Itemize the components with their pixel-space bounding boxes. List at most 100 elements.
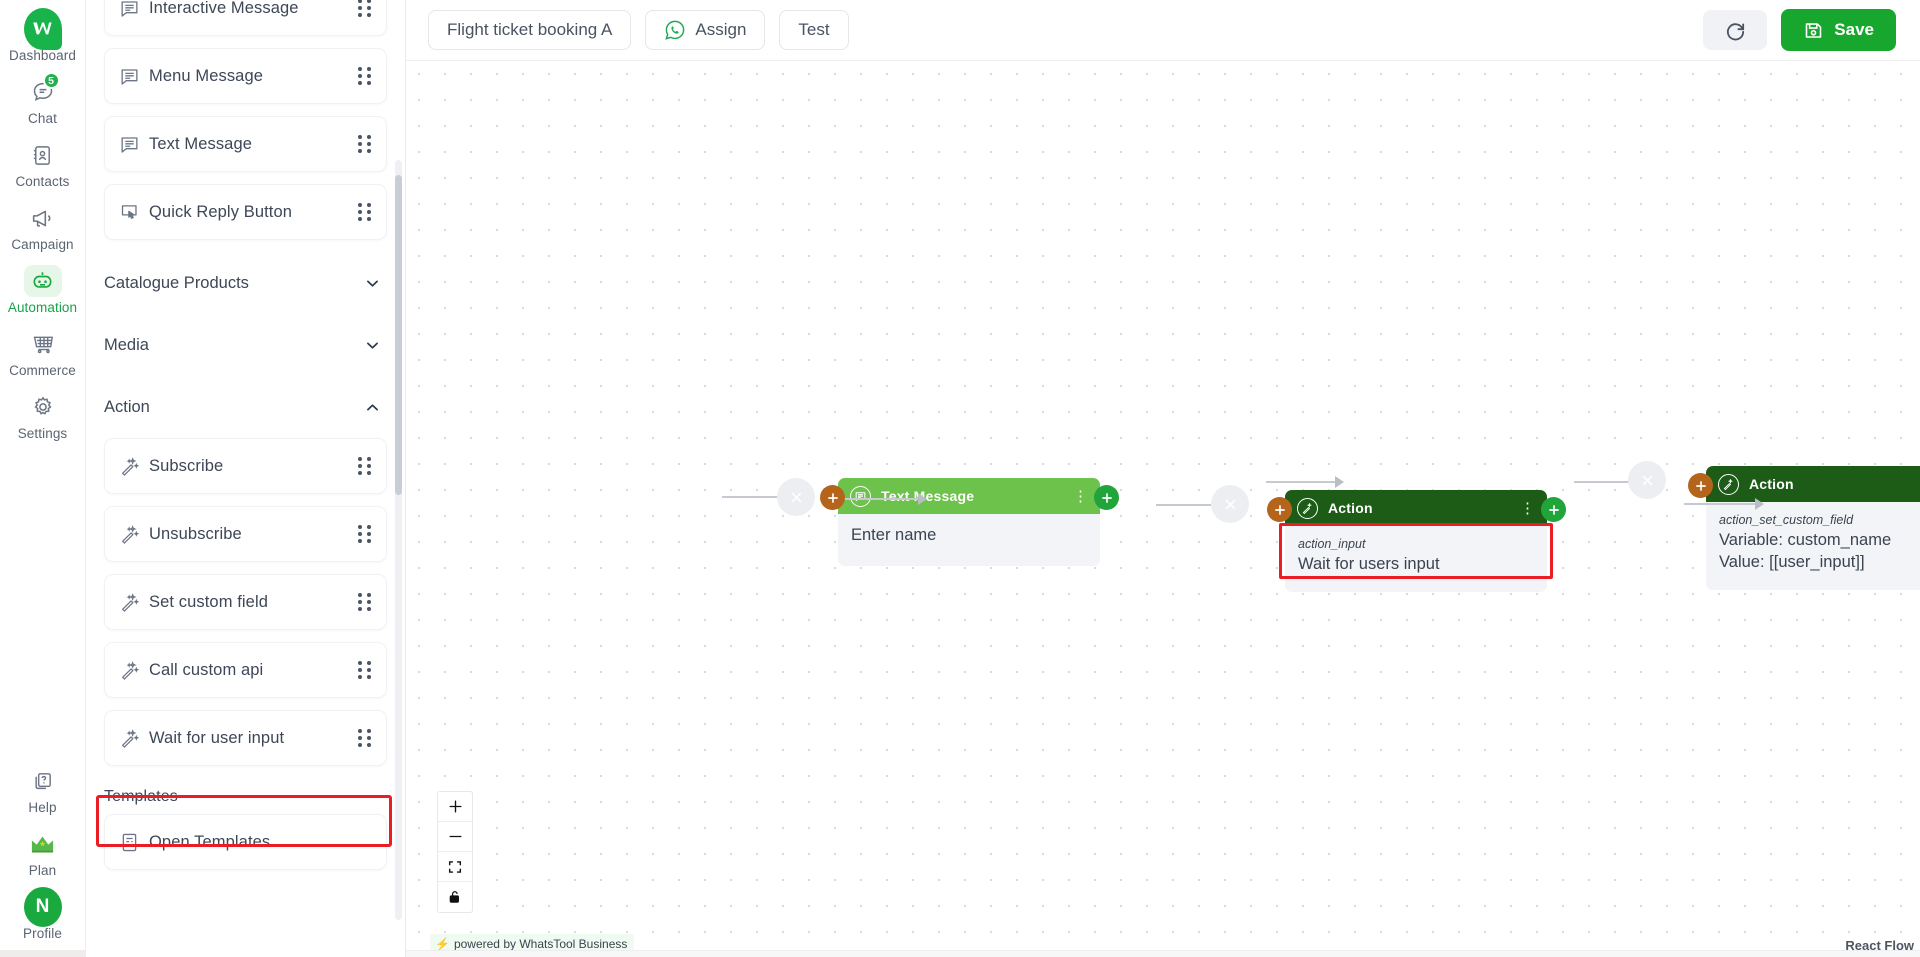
rail-label: Commerce <box>9 363 76 378</box>
rail-bottom-accent-strip <box>0 950 86 957</box>
chevron-down-icon <box>364 275 381 292</box>
palette-item-label: Call custom api <box>149 660 264 679</box>
palette-group-action[interactable]: Action <box>104 376 387 438</box>
rail-item-settings[interactable]: Settings <box>0 384 85 447</box>
flow-name-button[interactable]: Flight ticket booking A <box>428 10 632 50</box>
rail-item-automation[interactable]: Automation <box>0 258 85 321</box>
refresh-button[interactable] <box>1703 10 1768 50</box>
palette-item-set-custom-field[interactable]: Set custom field <box>104 574 387 630</box>
node-3-target-port[interactable] <box>1688 473 1713 498</box>
rail-item-commerce[interactable]: Commerce <box>0 321 85 384</box>
robot-icon <box>23 265 62 297</box>
assign-button[interactable]: Assign <box>645 10 766 50</box>
magic-wand-icon <box>119 524 149 545</box>
drag-handle-icon[interactable] <box>358 0 372 18</box>
drag-handle-icon[interactable] <box>358 660 372 680</box>
test-label: Test <box>798 20 830 39</box>
rail-item-chat[interactable]: 5 Chat <box>0 69 85 132</box>
toggle-interactivity-button[interactable] <box>438 882 472 912</box>
chevron-down-icon <box>364 337 381 354</box>
shopping-cart-icon <box>24 328 62 360</box>
palette-item-subscribe[interactable]: Subscribe <box>104 438 387 494</box>
message-lines-icon <box>850 485 871 507</box>
palette-scroll-content: Interactive Message Menu Message Text Me… <box>104 0 387 870</box>
palette-item-text-message[interactable]: Text Message <box>104 116 387 172</box>
whatsapp-icon <box>664 19 686 41</box>
palette-group-catalogue-products[interactable]: Catalogue Products <box>104 252 387 314</box>
palette-item-label: Text Message <box>149 134 252 153</box>
palette-item-open-templates[interactable]: Open Templates <box>104 814 387 870</box>
gear-icon <box>24 391 62 423</box>
node-2-source-port[interactable] <box>1541 497 1566 522</box>
node-action-set-custom-field[interactable]: Action ⋮ action_set_custom_field Variabl… <box>1706 466 1920 590</box>
edge-delete-button-1[interactable] <box>777 478 815 516</box>
node-text-message-enter-name[interactable]: Text Message ⋮ Enter name <box>838 478 1100 566</box>
rail-bottom-group: Help Plan N Profile <box>0 758 85 957</box>
node-title: Action <box>1328 500 1373 516</box>
rail-item-plan[interactable]: Plan <box>0 821 85 884</box>
drag-handle-icon[interactable] <box>358 524 372 544</box>
edge-delete-button-3[interactable] <box>1628 461 1666 499</box>
bottom-strip <box>406 950 1920 957</box>
lightning-bolt-icon: ⚡ <box>435 937 450 951</box>
zoom-in-button[interactable] <box>438 792 472 822</box>
drag-handle-icon[interactable] <box>358 134 372 154</box>
magic-wand-icon <box>119 660 149 681</box>
palette-item-interactive-message[interactable]: Interactive Message <box>104 0 387 36</box>
powered-by-label: powered by WhatsTool Business <box>453 937 628 951</box>
kebab-menu-icon[interactable]: ⋮ <box>1073 489 1088 504</box>
palette-item-unsubscribe[interactable]: Unsubscribe <box>104 506 387 562</box>
help-question-icon <box>24 765 62 797</box>
node-line: Variable: custom_name <box>1719 531 1892 549</box>
node-1-target-port[interactable] <box>820 485 845 510</box>
node-header[interactable]: Action ⋮ <box>1285 490 1547 526</box>
magic-wand-icon <box>119 592 149 613</box>
rail-label: Contacts <box>15 174 70 189</box>
rail-label: Settings <box>17 426 68 441</box>
palette-item-quick-reply-button[interactable]: Quick Reply Button <box>104 184 387 240</box>
template-doc-icon <box>119 832 149 853</box>
palette-item-label: Quick Reply Button <box>149 202 293 221</box>
node-header[interactable]: Text Message ⋮ <box>838 478 1100 514</box>
drag-handle-icon[interactable] <box>358 728 372 748</box>
rail-top-group: Dashboard 5 Chat Contacts Campaign Autom… <box>0 0 85 447</box>
save-button[interactable]: Save <box>1781 9 1896 51</box>
flow-editor-main: Flight ticket booking A Assign Test Save… <box>406 0 1920 957</box>
kebab-menu-icon[interactable]: ⋮ <box>1520 501 1535 516</box>
canvas-zoom-controls <box>437 791 473 913</box>
node-body: action_set_custom_field Variable: custom… <box>1706 502 1920 590</box>
palette-item-menu-message[interactable]: Menu Message <box>104 48 387 104</box>
palette-scrollbar-thumb[interactable] <box>395 175 402 495</box>
node-action-key: action_input <box>1298 537 1366 551</box>
rail-item-contacts[interactable]: Contacts <box>0 132 85 195</box>
drag-handle-icon[interactable] <box>358 202 372 222</box>
edge-arrow-n4 <box>1755 498 1764 510</box>
drag-handle-icon[interactable] <box>358 592 372 612</box>
palette-item-label: Unsubscribe <box>149 524 242 543</box>
rail-item-profile[interactable]: N Profile <box>0 884 85 947</box>
zoom-out-button[interactable] <box>438 822 472 852</box>
rail-item-dashboard[interactable]: Dashboard <box>0 6 85 69</box>
rail-label: Automation <box>7 300 78 315</box>
react-flow-canvas[interactable]: Text Message ⋮ Enter name Action ⋮ actio… <box>406 61 1920 957</box>
drag-handle-icon[interactable] <box>358 456 372 476</box>
node-1-source-port[interactable] <box>1094 485 1119 510</box>
node-palette-panel: Interactive Message Menu Message Text Me… <box>86 0 406 957</box>
node-2-target-port[interactable] <box>1267 497 1292 522</box>
palette-item-wait-for-user-input[interactable]: Wait for user input <box>104 710 387 766</box>
node-header[interactable]: Action ⋮ <box>1706 466 1920 502</box>
palette-item-call-custom-api[interactable]: Call custom api <box>104 642 387 698</box>
test-button[interactable]: Test <box>779 10 849 50</box>
rail-item-help[interactable]: Help <box>0 758 85 821</box>
edge-arrow-n3 <box>1335 476 1344 488</box>
megaphone-icon <box>24 202 62 234</box>
drag-handle-icon[interactable] <box>358 66 372 86</box>
palette-item-label: Subscribe <box>149 456 224 475</box>
rail-label: Profile <box>23 926 62 941</box>
fit-view-button[interactable] <box>438 852 472 882</box>
node-action-wait-for-users-input[interactable]: Action ⋮ action_input Wait for users inp… <box>1285 490 1547 592</box>
rail-item-campaign[interactable]: Campaign <box>0 195 85 258</box>
palette-group-media[interactable]: Media <box>104 314 387 376</box>
edge-line-n2-n3-b <box>1266 481 1338 483</box>
edge-delete-button-2[interactable] <box>1211 485 1249 523</box>
